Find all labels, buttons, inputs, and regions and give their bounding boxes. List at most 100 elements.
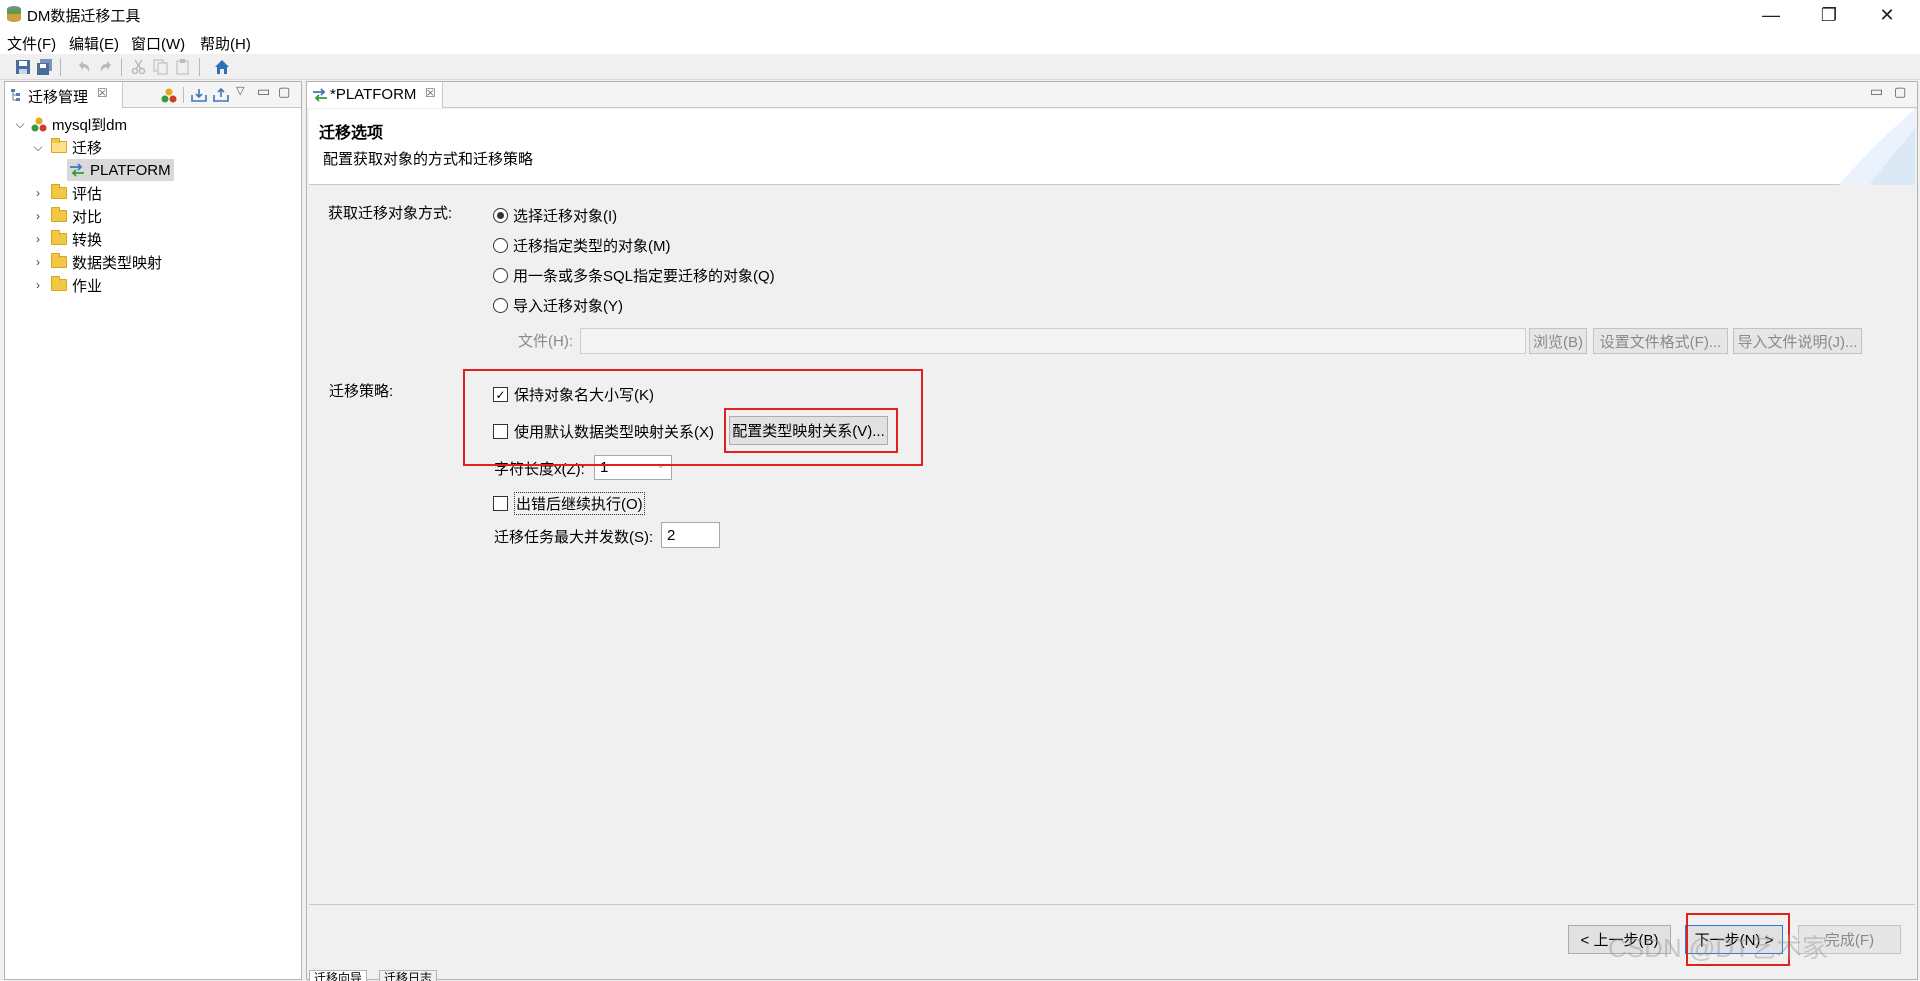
- menu-edit[interactable]: 编辑(E): [69, 33, 119, 54]
- migration-arrows-icon: [313, 88, 327, 102]
- chevron-down-icon[interactable]: ⌵: [31, 140, 45, 155]
- max-concurrency-input[interactable]: 2: [661, 522, 720, 548]
- radio-label: 用一条或多条SQL指定要迁移的对象(Q): [513, 268, 775, 285]
- chevron-down-icon[interactable]: ⌵: [13, 117, 27, 132]
- fetch-method-label: 获取迁移对象方式:: [328, 205, 453, 222]
- import-icon[interactable]: [191, 88, 207, 102]
- tree-label: 转换: [72, 231, 103, 249]
- tree-item-platform[interactable]: PLATFORM: [67, 159, 174, 181]
- chevron-right-icon[interactable]: ›: [31, 232, 45, 246]
- max-concurrency-label: 迁移任务最大并发数(S):: [494, 529, 654, 546]
- dm-database-icon: [7, 6, 21, 22]
- tab-platform[interactable]: *PLATFORM ☒: [307, 82, 443, 108]
- menu-window[interactable]: 窗口(W): [131, 33, 185, 54]
- checkbox-label: 出错后继续执行(O): [514, 492, 645, 515]
- tree-item-convert[interactable]: › 转换: [31, 228, 102, 250]
- menu-help[interactable]: 帮助(H): [200, 33, 251, 54]
- toolbar: [0, 54, 1920, 80]
- minimize-view-icon[interactable]: ▭: [257, 83, 270, 100]
- tab-migration-log[interactable]: 迁移日志: [379, 970, 438, 981]
- browse-button[interactable]: 浏览(B): [1529, 328, 1587, 354]
- maximize-view-icon[interactable]: ▢: [278, 84, 290, 100]
- save-all-icon[interactable]: [37, 59, 53, 75]
- watermark: CSDN @DT艺术家: [1608, 933, 1828, 963]
- maximize-view-icon[interactable]: ▢: [1894, 84, 1906, 100]
- tree-label: 迁移: [72, 139, 103, 157]
- paste-icon[interactable]: [175, 59, 191, 75]
- tree-label: mysql到dm: [52, 116, 128, 134]
- title-bar: DM数据迁移工具 — ❐ ✕: [0, 0, 1920, 30]
- radio-label: 导入迁移对象(Y): [513, 298, 623, 315]
- tree-item-project[interactable]: ⌵ mysql到dm: [13, 113, 127, 135]
- radio-specified-types[interactable]: 迁移指定类型的对象(M): [493, 235, 671, 256]
- radio-import-objects[interactable]: 导入迁移对象(Y): [493, 295, 623, 316]
- minimize-button[interactable]: —: [1742, 0, 1800, 30]
- continue-on-error-checkbox-row[interactable]: 出错后继续执行(O): [493, 492, 645, 515]
- footer-separator: [309, 904, 1915, 905]
- folder-icon: [51, 184, 67, 199]
- radio-label: 迁移指定类型的对象(M): [513, 238, 671, 255]
- folder-icon: [51, 253, 67, 268]
- redo-icon[interactable]: [98, 59, 114, 75]
- tab-label: *PLATFORM: [330, 86, 417, 103]
- chevron-right-icon[interactable]: ›: [31, 278, 45, 292]
- tree-item-compare[interactable]: › 对比: [31, 205, 102, 227]
- tree-item-assessment[interactable]: › 评估: [31, 182, 102, 204]
- radio-select-objects[interactable]: 选择迁移对象(I): [493, 205, 617, 226]
- folder-icon: [51, 207, 67, 222]
- home-icon[interactable]: [214, 59, 230, 75]
- tree-label: 对比: [72, 208, 103, 226]
- project-icon: [31, 117, 47, 131]
- window-title: DM数据迁移工具: [27, 8, 141, 25]
- close-icon[interactable]: ☒: [425, 86, 436, 100]
- tree-view-icon: [11, 89, 20, 101]
- tree-label: 数据类型映射: [72, 254, 163, 272]
- radio-dot[interactable]: [493, 208, 508, 223]
- continue-on-error-checkbox[interactable]: [493, 496, 508, 511]
- folder-open-icon: [51, 138, 67, 153]
- file-label: 文件(H):: [518, 333, 573, 350]
- save-icon[interactable]: [15, 59, 31, 75]
- left-view-tabbar: 迁移管理 ☒ ▽ ▭ ▢: [5, 82, 301, 108]
- editor-bottom-tabs: 迁移向导 迁移日志: [307, 970, 1917, 981]
- minimize-view-icon[interactable]: ▭: [1870, 83, 1883, 100]
- close-icon[interactable]: ☒: [97, 86, 108, 100]
- copy-icon[interactable]: [153, 59, 169, 75]
- chevron-right-icon[interactable]: ›: [31, 186, 45, 200]
- tab-migration-management[interactable]: 迁移管理 ☒: [5, 82, 123, 108]
- chevron-right-icon[interactable]: ›: [31, 255, 45, 269]
- wizard-title: 迁移选项: [319, 125, 384, 142]
- cut-icon[interactable]: [131, 59, 147, 75]
- radio-sql-objects[interactable]: 用一条或多条SQL指定要迁移的对象(Q): [493, 265, 775, 286]
- radio-dot[interactable]: [493, 238, 508, 253]
- tree-item-migration-folder[interactable]: ⌵ 迁移: [31, 136, 102, 158]
- set-file-format-button[interactable]: 设置文件格式(F)...: [1593, 328, 1728, 354]
- tab-label: 迁移管理: [28, 89, 89, 106]
- import-file-readme-button[interactable]: 导入文件说明(J)...: [1733, 328, 1862, 354]
- tree-item-datatype-mapping[interactable]: › 数据类型映射: [31, 251, 162, 273]
- tab-migration-wizard[interactable]: 迁移向导: [309, 970, 368, 981]
- new-project-icon[interactable]: [161, 88, 177, 103]
- radio-label: 选择迁移对象(I): [513, 208, 618, 225]
- folder-icon: [51, 230, 67, 245]
- file-path-input[interactable]: [580, 328, 1526, 354]
- menu-bar: 文件(F) 编辑(E) 窗口(W) 帮助(H): [0, 30, 1920, 54]
- highlight-box-config-button: [724, 408, 898, 453]
- wizard-header: 迁移选项 配置获取对象的方式和迁移策略: [309, 109, 1915, 185]
- strategy-label: 迁移策略:: [329, 383, 394, 400]
- view-menu-icon[interactable]: ▽: [236, 84, 244, 97]
- radio-dot[interactable]: [493, 268, 508, 283]
- undo-icon[interactable]: [76, 59, 92, 75]
- folder-icon: [51, 276, 67, 291]
- close-button[interactable]: ✕: [1858, 0, 1916, 30]
- tree-label: 评估: [72, 185, 103, 203]
- chevron-right-icon[interactable]: ›: [31, 209, 45, 223]
- tree-item-jobs[interactable]: › 作业: [31, 274, 102, 296]
- tree-label: 作业: [72, 277, 103, 295]
- export-icon[interactable]: [213, 88, 229, 102]
- menu-file[interactable]: 文件(F): [7, 33, 56, 54]
- tree-label: PLATFORM: [90, 161, 171, 179]
- wizard-description: 配置获取对象的方式和迁移策略: [323, 151, 534, 168]
- radio-dot[interactable]: [493, 298, 508, 313]
- restore-button[interactable]: ❐: [1800, 0, 1858, 30]
